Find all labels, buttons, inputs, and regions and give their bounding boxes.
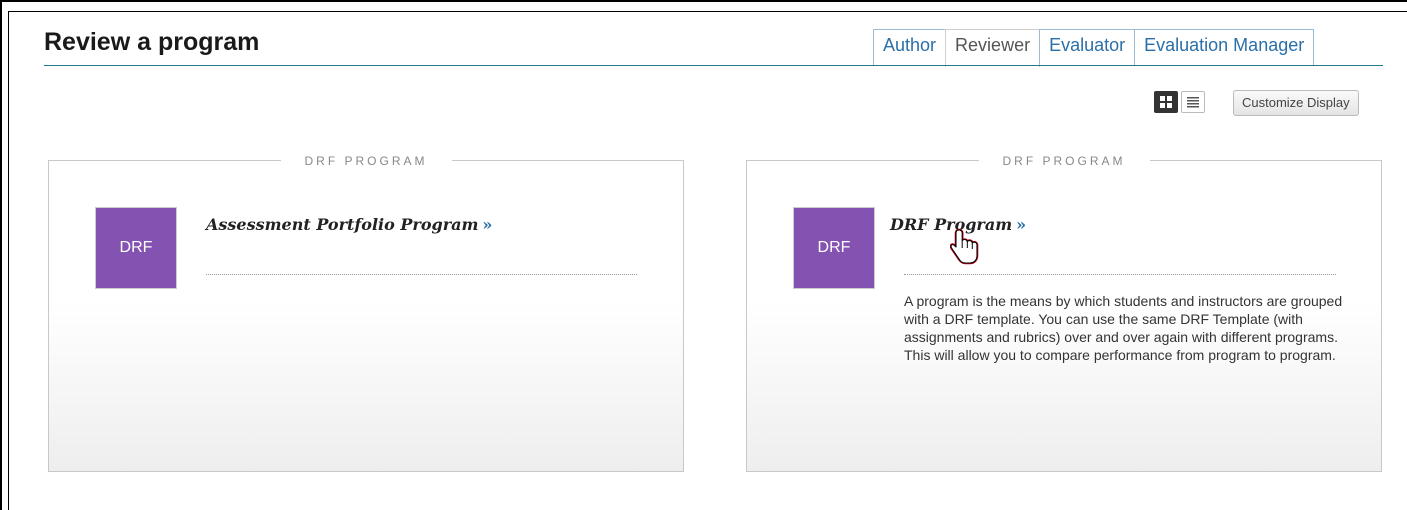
program-thumbnail[interactable]: DRF [95, 207, 177, 289]
program-thumbnail[interactable]: DRF [793, 207, 875, 289]
link-arrow-icon: » [482, 215, 493, 234]
program-description: A program is the means by which students… [904, 293, 1343, 363]
tab-author[interactable]: Author [873, 29, 947, 66]
tab-evaluator[interactable]: Evaluator [1039, 29, 1136, 66]
view-toggle [1154, 91, 1205, 113]
program-card: DRF PROGRAM DRF Assessment Portfolio Pro… [48, 154, 684, 472]
grid-view-icon [1160, 96, 1172, 108]
customize-display-button[interactable]: Customize Display [1233, 90, 1359, 116]
list-view-icon [1187, 96, 1199, 107]
program-card: DRF PROGRAM DRF DRF Program» A program i… [746, 154, 1382, 472]
page-title: Review a program [44, 28, 260, 56]
link-arrow-icon: » [1016, 215, 1027, 234]
grid-view-button[interactable] [1154, 91, 1178, 113]
role-tabs: Author Reviewer Evaluator Evaluation Man… [873, 29, 1315, 67]
card-divider [904, 274, 1336, 275]
program-link-assessment-portfolio[interactable]: Assessment Portfolio Program» [206, 215, 492, 234]
title-underline [44, 65, 1383, 66]
list-view-button[interactable] [1181, 91, 1205, 113]
program-name: Assessment Portfolio Program [206, 215, 479, 234]
card-divider [206, 274, 637, 275]
tab-evaluation-manager[interactable]: Evaluation Manager [1134, 29, 1315, 66]
tab-reviewer[interactable]: Reviewer [945, 29, 1041, 67]
hand-pointer-icon [950, 228, 979, 265]
